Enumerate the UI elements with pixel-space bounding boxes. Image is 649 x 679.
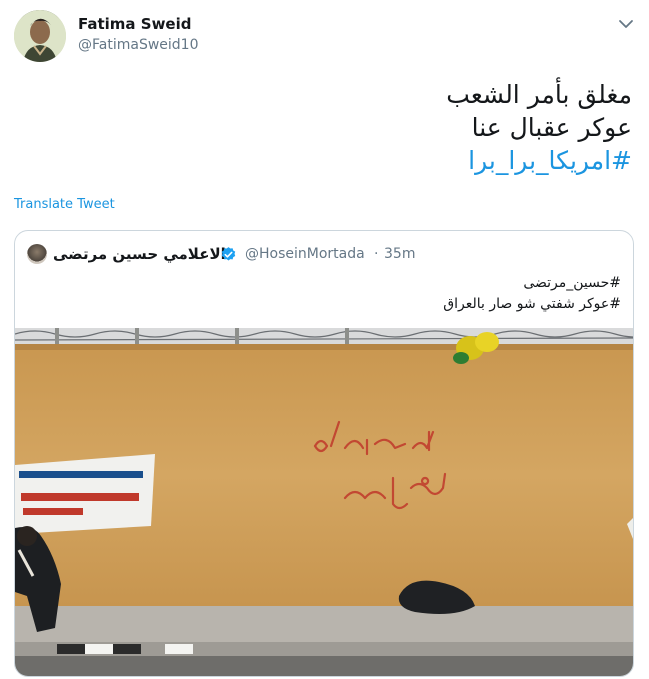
hashtag-link[interactable]: #امريكا_برا_برا bbox=[32, 144, 632, 177]
verified-badge-icon bbox=[220, 246, 237, 263]
quoted-tweet[interactable]: الاعلامي حسين مرتضى @HoseinMortada · 35m… bbox=[14, 230, 634, 677]
quoted-author-avatar bbox=[27, 244, 47, 264]
tweet-text: مغلق بأمر الشعب عوكر عقبال عنا #امريكا_ب… bbox=[32, 78, 632, 177]
quoted-tweet-text: #حسين_مرتضى #عوكر شفتي شو صار بالعراق bbox=[31, 273, 621, 315]
quoted-author-handle: @HoseinMortada bbox=[245, 246, 365, 262]
separator-dot: · bbox=[374, 246, 379, 262]
tweet-card: Fatima Sweid @FatimaSweid10 مغلق بأمر ال… bbox=[0, 0, 649, 679]
author-handle[interactable]: @FatimaSweid10 bbox=[78, 37, 198, 53]
quoted-author-name: الاعلامي حسين مرتضى bbox=[53, 245, 226, 263]
quoted-text-line: #حسين_مرتضى bbox=[523, 275, 621, 291]
translate-tweet-link[interactable]: Translate Tweet bbox=[14, 197, 115, 212]
author-name[interactable]: Fatima Sweid bbox=[78, 15, 192, 33]
tweet-line: مغلق بأمر الشعب bbox=[446, 80, 632, 109]
quoted-tweet-photo[interactable] bbox=[15, 328, 633, 676]
quoted-timestamp: 35m bbox=[384, 246, 416, 262]
quoted-tweet-header: الاعلامي حسين مرتضى @HoseinMortada · 35m bbox=[27, 244, 617, 266]
author-avatar[interactable] bbox=[14, 10, 66, 62]
photo-wall-graffiti bbox=[15, 328, 633, 676]
quoted-text-line: #عوكر شفتي شو صار بالعراق bbox=[443, 296, 621, 312]
tweet-line: عوكر عقبال عنا bbox=[471, 113, 632, 142]
chevron-down-icon[interactable] bbox=[616, 14, 636, 34]
